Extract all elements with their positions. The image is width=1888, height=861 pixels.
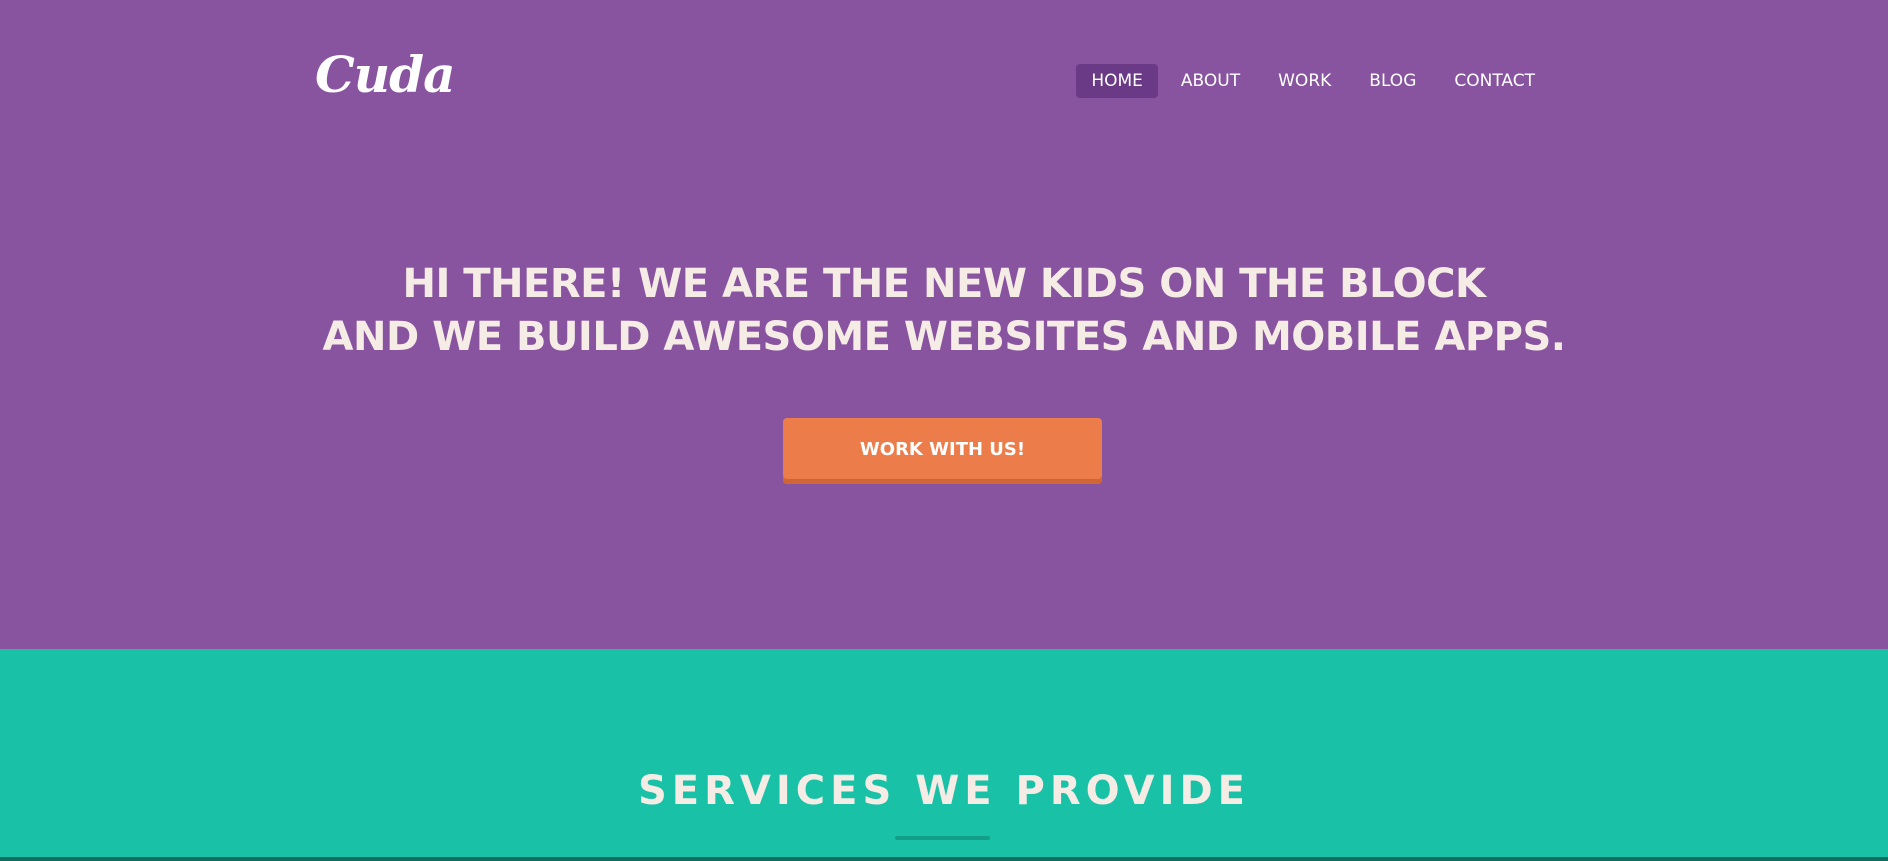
- hero-section: Cuda HOME ABOUT WORK BLOG CONTACT HI THE…: [0, 0, 1888, 649]
- hero-headline-line-2: AND WE BUILD AWESOME WEBSITES AND MOBILE…: [322, 314, 1566, 360]
- nav-item-home[interactable]: HOME: [1076, 64, 1158, 98]
- services-title: SERVICES WE PROVIDE: [638, 768, 1250, 814]
- nav-item-blog[interactable]: BLOG: [1354, 64, 1431, 98]
- hero-headline-line-1: HI THERE! WE ARE THE NEW KIDS ON THE BLO…: [402, 261, 1486, 307]
- services-section: SERVICES WE PROVIDE: [0, 649, 1888, 861]
- nav-item-work[interactable]: WORK: [1263, 64, 1346, 98]
- work-with-us-button[interactable]: WORK WITH US!: [783, 418, 1102, 484]
- nav-item-contact[interactable]: CONTACT: [1439, 64, 1550, 98]
- nav-item-about[interactable]: ABOUT: [1166, 64, 1255, 98]
- section-bottom-edge: [0, 857, 1888, 861]
- main-nav: HOME ABOUT WORK BLOG CONTACT: [1076, 64, 1550, 98]
- logo[interactable]: Cuda: [315, 50, 456, 100]
- services-title-underline: [895, 836, 990, 840]
- hero-headline: HI THERE! WE ARE THE NEW KIDS ON THE BLO…: [0, 258, 1888, 364]
